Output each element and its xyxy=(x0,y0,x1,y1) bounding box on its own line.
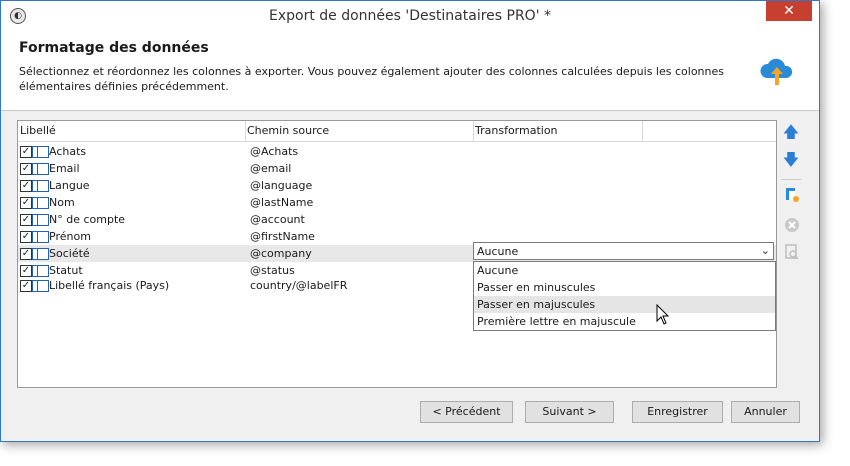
row-source: @Achats xyxy=(250,145,299,158)
row-checkbox[interactable]: ✓ xyxy=(20,265,32,277)
transformation-dropdown-list: Aucune Passer en minuscules Passer en ma… xyxy=(473,261,776,331)
row-source: @status xyxy=(250,264,295,277)
option-uppercase[interactable]: Passer en majuscules xyxy=(474,296,775,313)
row-label: Nom xyxy=(49,196,75,209)
grid-header: Libellé Chemin source Transformation xyxy=(18,121,776,142)
column-icon xyxy=(32,197,49,209)
row-label: Langue xyxy=(49,179,90,192)
close-button[interactable]: ✕ xyxy=(766,1,812,21)
row-label: Statut xyxy=(49,264,83,277)
column-icon xyxy=(32,146,49,158)
table-row[interactable]: ✓ N° de compte @account xyxy=(18,211,776,228)
move-up-icon[interactable]: 🡅 xyxy=(782,123,800,141)
section-title: Formatage des données xyxy=(19,40,209,56)
table-row[interactable]: ✓ Email @email xyxy=(18,160,776,177)
row-source: @lastName xyxy=(250,196,314,209)
save-button[interactable]: Enregistrer xyxy=(632,401,723,423)
row-source: @firstName xyxy=(250,230,315,243)
toolbar-divider xyxy=(781,179,801,180)
cancel-button[interactable]: Annuler xyxy=(731,401,800,423)
transformation-value: Aucune xyxy=(477,245,519,258)
row-source: country/@labelFR xyxy=(250,279,348,292)
column-icon xyxy=(32,163,49,175)
row-checkbox[interactable]: ✓ xyxy=(20,180,32,192)
column-header-source[interactable]: Chemin source xyxy=(247,124,329,137)
column-icon xyxy=(32,180,49,192)
table-row[interactable]: ✓ Achats @Achats xyxy=(18,143,776,160)
row-source: @company xyxy=(250,247,312,260)
row-checkbox[interactable]: ✓ xyxy=(20,214,32,226)
option-none[interactable]: Aucune xyxy=(474,262,775,279)
next-button[interactable]: Suivant > xyxy=(525,401,614,423)
delete-icon[interactable] xyxy=(783,216,801,234)
column-icon xyxy=(32,248,49,260)
row-source: @account xyxy=(250,213,305,226)
row-source: @language xyxy=(250,179,313,192)
column-icon xyxy=(32,214,49,226)
transformation-select[interactable]: Aucune ⌄ xyxy=(473,242,774,260)
row-label: Email xyxy=(49,162,80,175)
table-row[interactable]: ✓ Nom @lastName xyxy=(18,194,776,211)
chevron-down-icon[interactable]: ⌄ xyxy=(761,244,770,257)
row-checkbox[interactable]: ✓ xyxy=(20,248,32,260)
section-description: Sélectionnez et réordonnez les colonnes … xyxy=(19,65,724,93)
mouse-pointer-icon xyxy=(656,304,670,325)
row-checkbox[interactable]: ✓ xyxy=(20,280,32,292)
title-bar: ◐ Export de données 'Destinataires PRO' … xyxy=(1,1,819,32)
row-label: Société xyxy=(49,247,90,260)
column-icon xyxy=(32,265,49,277)
previous-button[interactable]: < Précédent xyxy=(420,401,513,423)
row-label: N° de compte xyxy=(49,213,126,226)
row-label: Prénom xyxy=(49,230,91,243)
row-label: Libellé français (Pays) xyxy=(49,279,170,292)
add-calculated-column-icon[interactable] xyxy=(783,186,801,204)
table-row[interactable]: ✓ Langue @language xyxy=(18,177,776,194)
export-dialog: ◐ Export de données 'Destinataires PRO' … xyxy=(0,0,820,442)
row-label: Achats xyxy=(49,145,87,158)
header: Formatage des données Sélectionnez et ré… xyxy=(1,32,819,111)
column-icon xyxy=(32,280,49,292)
row-checkbox[interactable]: ✓ xyxy=(20,231,32,243)
column-header-label[interactable]: Libellé xyxy=(20,124,56,137)
window-title: Export de données 'Destinataires PRO' * xyxy=(268,8,552,24)
detail-icon[interactable] xyxy=(783,243,801,261)
row-checkbox[interactable]: ✓ xyxy=(20,163,32,175)
option-lowercase[interactable]: Passer en minuscules xyxy=(474,279,775,296)
row-checkbox[interactable]: ✓ xyxy=(20,197,32,209)
row-checkbox[interactable]: ✓ xyxy=(20,146,32,158)
row-source: @email xyxy=(250,162,292,175)
column-header-transformation[interactable]: Transformation xyxy=(475,124,558,137)
move-down-icon[interactable]: 🡇 xyxy=(782,151,800,169)
option-capitalize-first[interactable]: Première lettre en majuscule xyxy=(474,313,775,330)
cloud-upload-icon xyxy=(760,58,793,85)
column-icon xyxy=(32,231,49,243)
